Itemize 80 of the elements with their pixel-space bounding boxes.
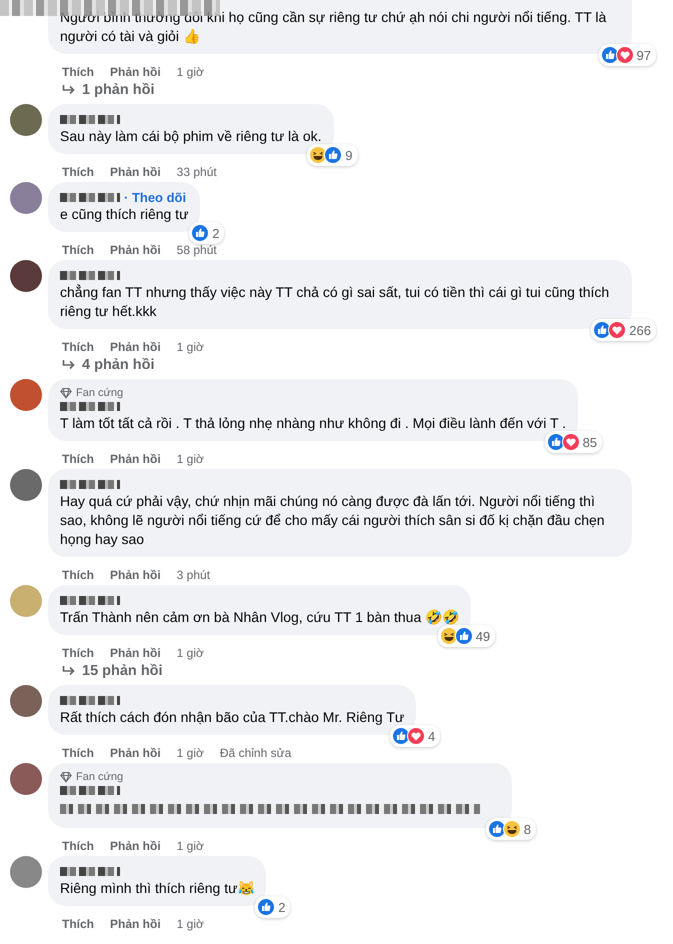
fan-label: Fan cứng: [76, 387, 124, 399]
timestamp: 1 giờ: [176, 646, 204, 660]
avatar[interactable]: [10, 379, 42, 411]
thumbs-up-icon: [454, 627, 473, 645]
comment-text: e cũng thích riêng tư: [60, 205, 188, 224]
action-link[interactable]: Phản hồi: [110, 165, 161, 179]
avatar[interactable]: [10, 763, 42, 795]
blurred-name: [60, 480, 120, 489]
action-link[interactable]: Thích: [62, 839, 94, 853]
reaction-count[interactable]: 49: [438, 625, 496, 647]
reply-arrow-icon: [62, 665, 76, 677]
timestamp: 1 giờ: [176, 340, 204, 354]
avatar[interactable]: [10, 685, 42, 717]
avatar[interactable]: [10, 260, 42, 292]
action-link[interactable]: Phản hồi: [110, 568, 161, 582]
action-link[interactable]: Thích: [62, 646, 94, 660]
action-link[interactable]: Phản hồi: [110, 340, 161, 354]
comment-text: Riêng mình thì thích riêng tư😹: [60, 879, 254, 898]
comment-text: chẳng fan TT nhưng thấy việc này TT chả có gì sai sất, tui có tiền thì cái gì tui cũng thích riêng tư hết.kkk: [60, 283, 610, 321]
blurred-name: [60, 596, 120, 605]
view-replies-link[interactable]: 1 phản hồi: [82, 82, 154, 98]
diamond-icon: [60, 771, 72, 783]
reaction-count[interactable]: 2: [189, 222, 224, 244]
avatar[interactable]: [10, 469, 42, 501]
action-link[interactable]: Thích: [62, 65, 94, 79]
timestamp: 1 giờ: [176, 65, 204, 79]
timestamp: 1 giờ: [176, 746, 204, 760]
reaction-count[interactable]: 97: [598, 44, 656, 66]
action-link[interactable]: Phản hồi: [110, 452, 161, 466]
blurred-name: [60, 867, 120, 876]
thumbs-up-icon: [324, 146, 342, 164]
action-link[interactable]: Phản hồi: [110, 746, 161, 760]
comment-text: Sau này làm cái bộ phim về riêng tư là ok.: [60, 127, 322, 146]
follow-link[interactable]: · Theo dõi: [124, 190, 186, 205]
action-link[interactable]: Phản hồi: [110, 917, 161, 931]
reply-arrow-icon: [62, 84, 76, 96]
blurred-name: [60, 271, 120, 280]
timestamp: 58 phút: [176, 243, 217, 257]
reaction-count[interactable]: 8: [486, 818, 536, 840]
comment-text: Người bình thường đôi khi họ cũng cần sự riêng tư chứ ạh nói chi người nổi tiếng. TT là người có tài và giỏi 👍: [60, 8, 608, 46]
view-replies-link[interactable]: 15 phản hồi: [82, 663, 163, 679]
reaction-count[interactable]: 266: [591, 319, 656, 341]
reaction-count[interactable]: 2: [255, 896, 290, 918]
avatar[interactable]: [10, 104, 42, 136]
blurred-name: [60, 696, 120, 705]
reaction-count[interactable]: 85: [544, 431, 602, 453]
blurred-name: [60, 193, 120, 202]
action-link[interactable]: Phản hồi: [110, 839, 161, 853]
blurred-name: [60, 402, 120, 411]
action-link[interactable]: Phản hồi: [110, 646, 161, 660]
action-link[interactable]: Thích: [62, 243, 94, 257]
comment-text: Hay quá cứ phải vậy, chứ nhịn mãi chúng nó càng được đà lấn tới. Người nổi tiếng thì sao, không lẽ người nổi tiếng cứ để cho mấy cái người thích sân si đố kị chặn đầu chẹn họng hay sao: [60, 492, 606, 549]
timestamp: 3 phút: [176, 568, 210, 582]
action-link[interactable]: Thích: [62, 568, 94, 582]
reply-arrow-icon: [62, 359, 76, 371]
reaction-count[interactable]: 4: [390, 725, 440, 747]
timestamp: 33 phút: [176, 165, 217, 179]
timestamp: 1 giờ: [176, 452, 204, 466]
blurred-name: [60, 786, 120, 795]
action-link[interactable]: Thích: [62, 746, 94, 760]
timestamp: 1 giờ: [176, 839, 204, 853]
action-link[interactable]: Phản hồi: [110, 243, 161, 257]
comment-text: Rất thích cách đón nhận bão của TT.chào Mr. Riêng Tư: [60, 708, 404, 727]
blurred-name: [60, 115, 120, 124]
action-link[interactable]: Thích: [62, 917, 94, 931]
reaction-count[interactable]: 9: [307, 144, 358, 166]
action-link[interactable]: Thích: [62, 165, 94, 179]
view-replies-link[interactable]: 4 phản hồi: [82, 357, 154, 373]
thumbs-up-icon: [191, 224, 210, 242]
action-link[interactable]: Thích: [62, 340, 94, 354]
edited-label: Đã chỉnh sửa: [220, 746, 292, 760]
comment-text: Trấn Thành nên cảm ơn bà Nhân Vlog, cứu TT 1 bàn thua 🤣🤣: [60, 608, 460, 627]
laughing-face-icon: [502, 820, 521, 838]
fan-label: Fan cứng: [76, 771, 124, 783]
action-link[interactable]: Thích: [62, 452, 94, 466]
diamond-icon: [60, 387, 72, 399]
timestamp: 1 giờ: [176, 917, 204, 931]
thumbs-up-icon: [257, 898, 276, 916]
action-link[interactable]: Phản hồi: [110, 65, 161, 79]
comment-text: T làm tốt tất cả rồi . T thả lỏng nhẹ nhàng như không đi . Mọi điều lành đến với T .: [60, 414, 566, 433]
